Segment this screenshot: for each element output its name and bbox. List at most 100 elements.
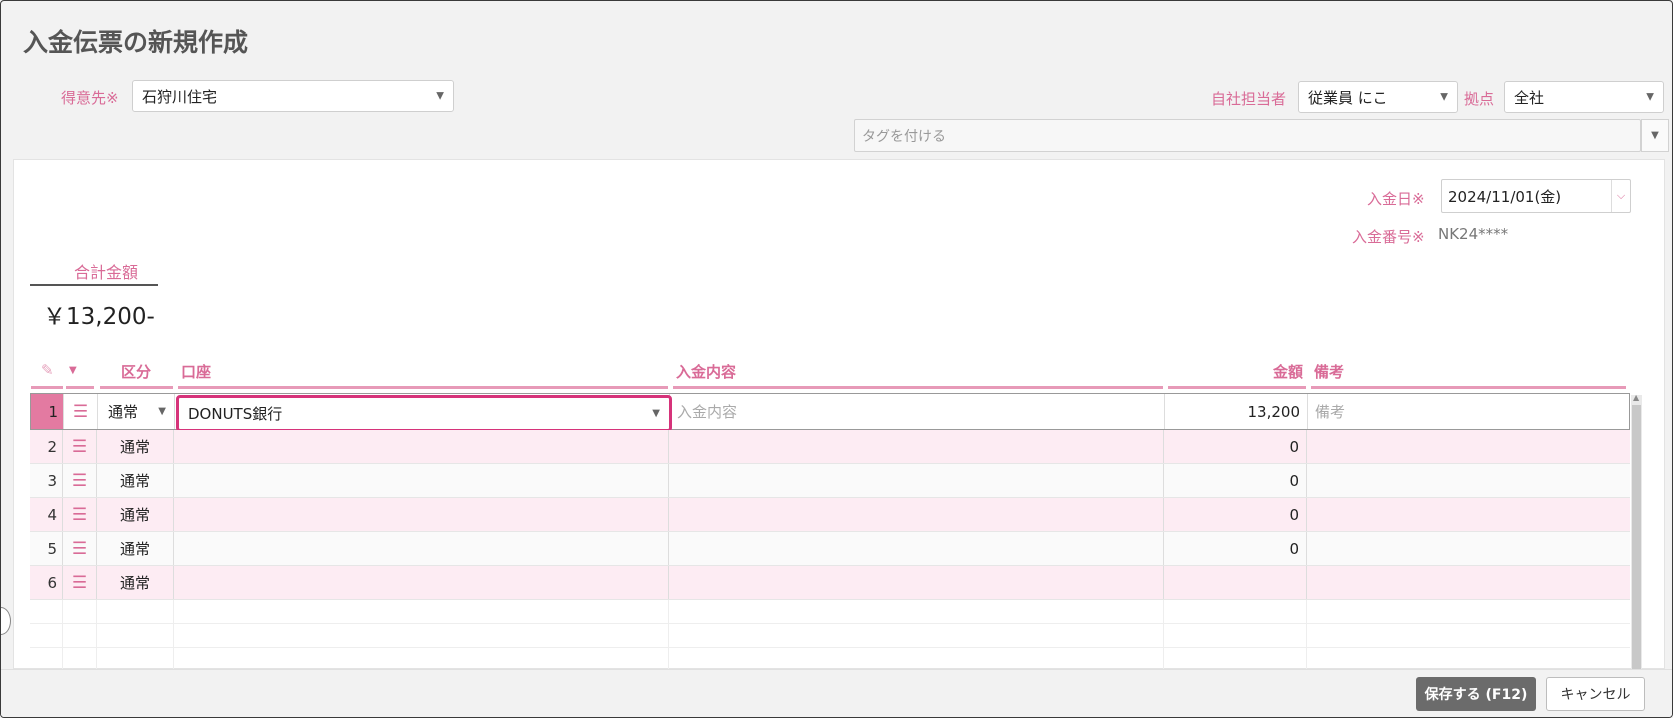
naiyo-placeholder: 入金内容: [677, 403, 738, 421]
save-button[interactable]: 保存する (F12): [1416, 677, 1536, 711]
kingaku-cell[interactable]: [1164, 566, 1307, 599]
naiyo-cell[interactable]: [669, 566, 1164, 599]
side-panel-handle[interactable]: [1, 607, 11, 635]
bank-account-select[interactable]: DONUTS銀行 ▼: [176, 395, 672, 432]
staff-value: 従業員 にこ: [1308, 88, 1388, 107]
empty-cell: [1164, 624, 1307, 647]
table-scrollbar[interactable]: ▲: [1631, 393, 1642, 669]
chevron-down-icon: ▼: [1651, 130, 1659, 141]
payment-number-label: 入金番号※: [1352, 228, 1425, 246]
drag-handle-icon[interactable]: ☰: [63, 464, 97, 497]
chevron-down-icon: ▼: [1440, 91, 1448, 103]
staff-label: 自社担当者: [1211, 90, 1287, 108]
koza-cell[interactable]: [174, 464, 669, 497]
drag-handle-icon[interactable]: ☰: [63, 498, 97, 531]
empty-row: [30, 600, 1630, 624]
kubun-cell[interactable]: 通常: [97, 430, 174, 463]
table-row[interactable]: 6 ☰ 通常: [30, 566, 1630, 600]
payment-date-field[interactable]: 2024/11/01(金) ⌵: [1441, 179, 1631, 213]
drag-handle-icon[interactable]: ☰: [63, 532, 97, 565]
drag-handle-icon[interactable]: ☰: [64, 394, 98, 429]
header-kingaku: 金額: [1273, 363, 1304, 381]
kingaku-cell[interactable]: 0: [1164, 430, 1307, 463]
table-row[interactable]: 3 ☰ 通常 0: [30, 464, 1630, 498]
empty-cell: [30, 624, 63, 647]
header-divider: [1311, 386, 1626, 389]
scrollbar-thumb[interactable]: [1632, 405, 1641, 669]
kingaku-cell[interactable]: 0: [1164, 532, 1307, 565]
empty-cell: [63, 648, 97, 671]
tag-input[interactable]: タグを付ける: [854, 119, 1641, 152]
empty-cell: [1164, 648, 1307, 671]
biko-cell[interactable]: [1307, 532, 1630, 565]
scroll-up-icon[interactable]: ▲: [1633, 393, 1639, 402]
biko-cell[interactable]: [1307, 430, 1630, 463]
customer-value: 石狩川住宅: [142, 87, 218, 106]
naiyo-cell[interactable]: [669, 532, 1164, 565]
drag-handle-icon[interactable]: ☰: [63, 566, 97, 599]
naiyo-cell[interactable]: [669, 464, 1164, 497]
biko-cell[interactable]: [1307, 498, 1630, 531]
empty-cell: [63, 624, 97, 647]
empty-cell: [30, 600, 63, 623]
header-biko: 備考: [1314, 363, 1345, 381]
empty-cell: [97, 600, 174, 623]
empty-cell: [669, 600, 1164, 623]
tag-placeholder: タグを付ける: [862, 128, 946, 145]
koza-cell[interactable]: [174, 430, 669, 463]
koza-cell[interactable]: [174, 532, 669, 565]
kubun-cell[interactable]: 通常: [97, 498, 174, 531]
empty-cell: [669, 624, 1164, 647]
payment-date-label: 入金日※: [1367, 190, 1425, 208]
table-row[interactable]: 5 ☰ 通常 0: [30, 532, 1630, 566]
header-divider: [66, 386, 94, 389]
row-number: 4: [30, 498, 63, 531]
empty-cell: [174, 648, 669, 671]
empty-cell: [174, 600, 669, 623]
branch-select[interactable]: 全社 ▼: [1504, 81, 1664, 113]
tag-dropdown-button[interactable]: ▼: [1641, 119, 1669, 152]
header-kubun: 区分: [121, 363, 152, 381]
payment-number-value: NK24****: [1438, 225, 1509, 243]
staff-select[interactable]: 従業員 にこ ▼: [1298, 81, 1458, 113]
biko-cell[interactable]: [1307, 464, 1630, 497]
customer-select[interactable]: 石狩川住宅 ▼: [132, 80, 454, 112]
total-value: ￥13,200-: [43, 304, 155, 330]
naiyo-cell[interactable]: [669, 498, 1164, 531]
biko-cell[interactable]: [1307, 566, 1630, 599]
chevron-down-icon: ▼: [652, 408, 660, 419]
kubun-select[interactable]: 通常 ▼: [98, 394, 175, 429]
koza-cell[interactable]: [174, 498, 669, 531]
chevron-down-icon: ▼: [1646, 91, 1654, 103]
empty-cell: [97, 648, 174, 671]
kingaku-cell[interactable]: 0: [1164, 464, 1307, 497]
header-divider: [1168, 386, 1306, 389]
kingaku-input[interactable]: 13,200: [1165, 394, 1308, 429]
empty-row: [30, 624, 1630, 648]
koza-cell[interactable]: [174, 566, 669, 599]
kubun-cell[interactable]: 通常: [97, 464, 174, 497]
total-divider: [30, 284, 158, 286]
table-row[interactable]: 2 ☰ 通常 0: [30, 430, 1630, 464]
biko-placeholder: 備考: [1315, 403, 1346, 421]
total-label: 合計金額: [74, 263, 139, 282]
pencil-icon[interactable]: ✎: [41, 361, 54, 387]
payment-date-value: 2024/11/01(金): [1448, 187, 1562, 206]
cancel-button[interactable]: キャンセル: [1546, 677, 1645, 711]
drag-handle-icon[interactable]: ☰: [63, 430, 97, 463]
table-row[interactable]: 4 ☰ 通常 0: [30, 498, 1630, 532]
row-number: 3: [30, 464, 63, 497]
chevron-down-icon: ▼: [158, 406, 166, 417]
page-title: 入金伝票の新規作成: [23, 28, 249, 57]
chevron-down-icon[interactable]: ⌵: [1611, 180, 1630, 212]
window: 入金伝票の新規作成 得意先※ 石狩川住宅 ▼ 自社担当者 従業員 にこ ▼ 拠点…: [0, 0, 1673, 718]
empty-cell: [63, 600, 97, 623]
naiyo-cell[interactable]: [669, 430, 1164, 463]
kubun-cell[interactable]: 通常: [97, 566, 174, 599]
naiyo-input[interactable]: 入金内容: [670, 394, 1165, 429]
kubun-cell[interactable]: 通常: [97, 532, 174, 565]
customer-label: 得意先※: [61, 89, 119, 107]
row-number: 6: [30, 566, 63, 599]
kingaku-cell[interactable]: 0: [1164, 498, 1307, 531]
biko-input[interactable]: 備考: [1308, 394, 1631, 429]
